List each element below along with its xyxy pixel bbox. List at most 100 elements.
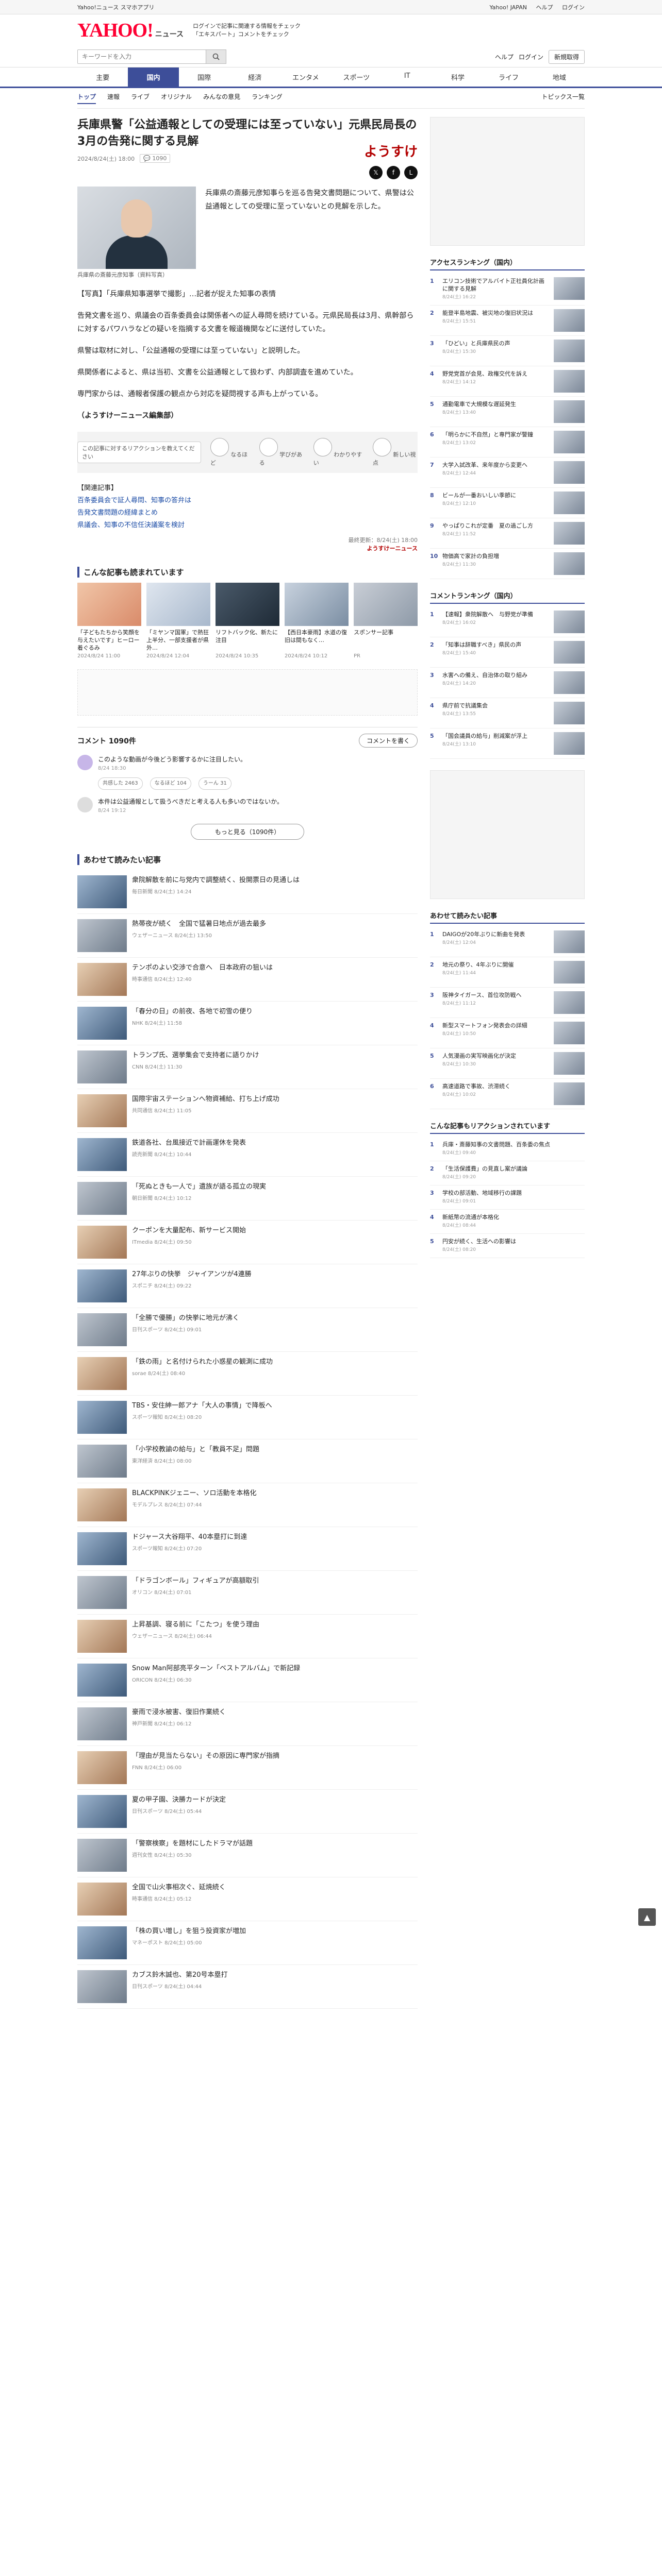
news-list-item[interactable]: 上昇基調、寝る前に「こたつ」を使う理由 ウェザーニュース 8/24(土) 06:4…	[77, 1615, 418, 1658]
ranking-item[interactable]: 9 やっぱりこれが定番 夏の過ごし方 8/24(土) 11:52	[430, 518, 585, 549]
ranking-item[interactable]: 1 DAIGOが20年ぶりに新曲を発表 8/24(土) 12:04	[430, 927, 585, 957]
ranking-item[interactable]: 4 野党党首が会見、政権交代を訴え 8/24(土) 14:12	[430, 366, 585, 397]
category-tab-top[interactable]: 主要	[77, 67, 128, 87]
news-list-item[interactable]: 豪雨で浸水被害、復旧作業続く 神戸新聞 8/24(土) 06:12	[77, 1702, 418, 1746]
ranking-item[interactable]: 5 円安が続く、生活への影響は 8/24(土) 08:20	[430, 1234, 585, 1258]
related-link[interactable]: 百条委員会で証人尋問、知事の答弁は	[77, 495, 418, 507]
news-list-item[interactable]: テンポのよい交渉で合意へ 日本政府の狙いは 時事通信 8/24(土) 12:40	[77, 958, 418, 1002]
search-input[interactable]	[77, 49, 206, 64]
related-link[interactable]: 県議会、知事の不信任決議案を検討	[77, 519, 418, 532]
news-list-item[interactable]: TBS・安住紳一郎アナ「大人の事情」で降板へ スポーツ報知 8/24(土) 08:…	[77, 1396, 418, 1439]
topbar-link-help[interactable]: ヘルプ	[536, 4, 553, 11]
ranking-item[interactable]: 1 兵庫・斎藤知事の文書問題、百条委の焦点 8/24(土) 09:40	[430, 1137, 585, 1161]
news-list-item[interactable]: 「小学校教諭の給与」と「教員不足」問題 東洋経済 8/24(土) 08:00	[77, 1439, 418, 1483]
facebook-share-icon[interactable]: f	[387, 166, 400, 179]
ranking-item[interactable]: 5 通勤電車で大規模な遅延発生 8/24(土) 13:40	[430, 397, 585, 427]
news-list-item[interactable]: 「警察検察」を題材にしたドラマが話題 週刊女性 8/24(土) 05:30	[77, 1834, 418, 1877]
category-tab-entertainment[interactable]: エンタメ	[280, 67, 331, 87]
news-list-item[interactable]: カブス鈴木誠也、第20号本塁打 日刊スポーツ 8/24(土) 04:44	[77, 1965, 418, 2009]
subnav-topics-list[interactable]: トピックス一覧	[541, 92, 585, 104]
ranking-item[interactable]: 7 大学入試改革、来年度から変更へ 8/24(土) 12:44	[430, 457, 585, 488]
empathy-button[interactable]: 共感した 2463	[98, 777, 143, 790]
news-list-item[interactable]: 「ドラゴンボール」フィギュアが高額取引 オリコン 8/24(土) 07:01	[77, 1571, 418, 1615]
news-list-item[interactable]: 全国で山火事相次ぐ、延焼続く 時事通信 8/24(土) 05:12	[77, 1877, 418, 1921]
article-photo[interactable]	[77, 187, 196, 269]
search-button[interactable]	[206, 49, 226, 64]
write-comment-button[interactable]: コメントを書く	[358, 734, 418, 748]
topbar-link-login[interactable]: ログイン	[562, 4, 585, 11]
yahoo-news-logo[interactable]: YAHOO! ニュース	[77, 19, 184, 42]
news-list-item[interactable]: 「理由が見当たらない」その原因に専門家が指摘 FNN 8/24(土) 06:00	[77, 1746, 418, 1790]
ranking-item[interactable]: 6 高速道路で事故、渋滞続く 8/24(土) 10:02	[430, 1079, 585, 1109]
reaction-button[interactable]: 新しい視点	[372, 438, 418, 467]
ranking-item[interactable]: 2 「知事は辞職すべき」県民の声 8/24(土) 15:40	[430, 637, 585, 668]
related-link[interactable]: 告発文書問題の経緯まとめ	[77, 507, 418, 519]
category-tab-local[interactable]: 地域	[534, 67, 585, 87]
ranking-item[interactable]: 3 水害への備え、自治体の取り組み 8/24(土) 14:20	[430, 668, 585, 698]
category-tab-sports[interactable]: スポーツ	[331, 67, 382, 87]
news-list-item[interactable]: 夏の甲子園、決勝カードが決定 日刊スポーツ 8/24(土) 05:44	[77, 1790, 418, 1834]
subnav-original[interactable]: オリジナル	[161, 92, 192, 104]
x-share-icon[interactable]: 𝕏	[369, 166, 383, 179]
avatar[interactable]	[77, 797, 93, 812]
footer-provider[interactable]: ようすけーニュース	[77, 544, 418, 552]
topbar-notice[interactable]: Yahoo!ニュース スマホアプリ	[77, 3, 154, 11]
subnav-top[interactable]: トップ	[77, 92, 96, 104]
subnav-ranking[interactable]: ランキング	[252, 92, 283, 104]
reaction-button[interactable]: わかりやすい	[313, 438, 363, 467]
ranking-item[interactable]: 3 学校の部活動、地域移行の課題 8/24(土) 09:01	[430, 1185, 585, 1210]
subnav-live[interactable]: ライブ	[131, 92, 150, 104]
ranking-item[interactable]: 2 地元の祭り、4年ぶりに開催 8/24(土) 11:44	[430, 957, 585, 988]
hmm-button[interactable]: うーん 31	[198, 777, 231, 790]
ranking-item[interactable]: 8 ビールが一番おいしい季節に 8/24(土) 12:10	[430, 488, 585, 518]
register-button[interactable]: 新規取得	[548, 49, 585, 64]
news-list-item[interactable]: 「鉄の雨」と名付けられた小惑星の観測に成功 sorae 8/24(土) 08:40	[77, 1352, 418, 1396]
ranking-item[interactable]: 4 新紙幣の流通が本格化 8/24(土) 08:44	[430, 1210, 585, 1234]
topbar-link-yahoo[interactable]: Yahoo! JAPAN	[489, 4, 527, 11]
ranking-item[interactable]: 1 【速報】衆院解散へ 与野党が準備 8/24(土) 16:02	[430, 607, 585, 637]
search-help-link[interactable]: ヘルプ	[495, 53, 514, 61]
news-list-item[interactable]: 衆院解散を前に与党内で調整続く、投開票日の見通しは 毎日新聞 8/24(土) 14…	[77, 870, 418, 914]
news-list-item[interactable]: 「株の買い増し」を狙う投資家が増加 マネーポスト 8/24(土) 05:00	[77, 1921, 418, 1965]
news-list-item[interactable]: Snow Man阿部亮平ターン「ベストアルバム」で新記録 ORICON 8/24(…	[77, 1658, 418, 1702]
story-card[interactable]: 「子どもたちから笑顔を与えたいです」ヒーロー着ぐるみ 2024/8/24 11:0…	[77, 583, 141, 659]
ranking-item[interactable]: 3 「ひどい」と兵庫県民の声 8/24(土) 15:30	[430, 336, 585, 366]
ranking-item[interactable]: 2 能登半島地震、被災地の復旧状況は 8/24(土) 15:51	[430, 306, 585, 336]
story-card[interactable]: スポンサー記事 PR	[354, 583, 418, 659]
ranking-item[interactable]: 10 物価高で家計の負担増 8/24(土) 11:30	[430, 549, 585, 579]
page-top-button[interactable]: ▲	[638, 1908, 656, 1926]
reaction-button[interactable]: 学びがある	[259, 438, 304, 467]
category-tab-domestic[interactable]: 国内	[128, 67, 179, 87]
category-tab-life[interactable]: ライフ	[483, 67, 534, 87]
category-tab-science[interactable]: 科学	[433, 67, 483, 87]
ranking-item[interactable]: 5 「国会議員の給与」削減案が浮上 8/24(土) 13:10	[430, 728, 585, 759]
news-list-item[interactable]: 熱帯夜が続く 全国で猛暑日地点が過去最多 ウェザーニュース 8/24(土) 13:…	[77, 914, 418, 958]
news-list-item[interactable]: 鉄道各社、台風接近で計画運休を発表 読売新聞 8/24(土) 10:44	[77, 1133, 418, 1177]
story-card[interactable]: 「ミヤンマ国軍」で熱狂上半分、一部支援者が県外… 2024/8/24 12:04	[146, 583, 210, 659]
ranking-item[interactable]: 2 「生活保護費」の見直し案が議論 8/24(土) 09:20	[430, 1161, 585, 1185]
news-list-item[interactable]: BLACKPINKジェニー、ソロ活動を本格化 モデルプレス 8/24(土) 07:…	[77, 1483, 418, 1527]
understand-button[interactable]: なるほど 104	[150, 777, 191, 790]
category-tab-world[interactable]: 国際	[179, 67, 229, 87]
avatar[interactable]	[77, 755, 93, 770]
category-tab-economy[interactable]: 経済	[229, 67, 280, 87]
story-card[interactable]: 【西日本豪雨】水道の復旧は間もなく… 2024/8/24 10:12	[285, 583, 349, 659]
news-list-item[interactable]: 「春分の日」の前夜、各地で初雪の便り NHK 8/24(土) 11:58	[77, 1002, 418, 1045]
reaction-button[interactable]: なるほど	[210, 438, 250, 467]
news-list-item[interactable]: 国際宇宙ステーションへ物資補給、打ち上げ成功 共同通信 8/24(土) 11:05	[77, 1089, 418, 1133]
subnav-flash[interactable]: 速報	[107, 92, 120, 104]
ranking-item[interactable]: 4 県庁前で抗議集会 8/24(土) 13:55	[430, 698, 585, 728]
ranking-item[interactable]: 3 阪神タイガース、首位攻防戦へ 8/24(土) 11:12	[430, 988, 585, 1018]
comment-count-badge[interactable]: 💬 1090	[140, 154, 171, 163]
news-list-item[interactable]: 27年ぶりの快挙 ジャイアンツが4連勝 スポニチ 8/24(土) 09:22	[77, 1264, 418, 1308]
article-photo-link[interactable]: 【写真】「兵庫県知事選挙で撮影」…記者が捉えた知事の表情	[77, 287, 418, 301]
ranking-item[interactable]: 1 エリコン技術でアルバイト正社員化計画に関する見解 8/24(土) 16:22	[430, 274, 585, 306]
more-comments-button[interactable]: もっと見る（1090件）	[191, 824, 304, 840]
ranking-item[interactable]: 6 「明らかに不自然」と専門家が警鐘 8/24(土) 13:02	[430, 427, 585, 457]
story-card[interactable]: リフトバック化、新たに注目 2024/8/24 10:35	[216, 583, 279, 659]
ranking-item[interactable]: 4 新型スマートフォン発表会の詳細 8/24(土) 10:50	[430, 1018, 585, 1048]
news-list-item[interactable]: 「全勝で優勝」の快挙に地元が沸く 日刊スポーツ 8/24(土) 09:01	[77, 1308, 418, 1352]
line-share-icon[interactable]: L	[404, 166, 418, 179]
news-list-item[interactable]: ドジャース大谷翔平、40本塁打に到達 スポーツ報知 8/24(土) 07:20	[77, 1527, 418, 1571]
news-list-item[interactable]: クーポンを大量配布、新サービス開始 ITmedia 8/24(土) 09:50	[77, 1221, 418, 1264]
